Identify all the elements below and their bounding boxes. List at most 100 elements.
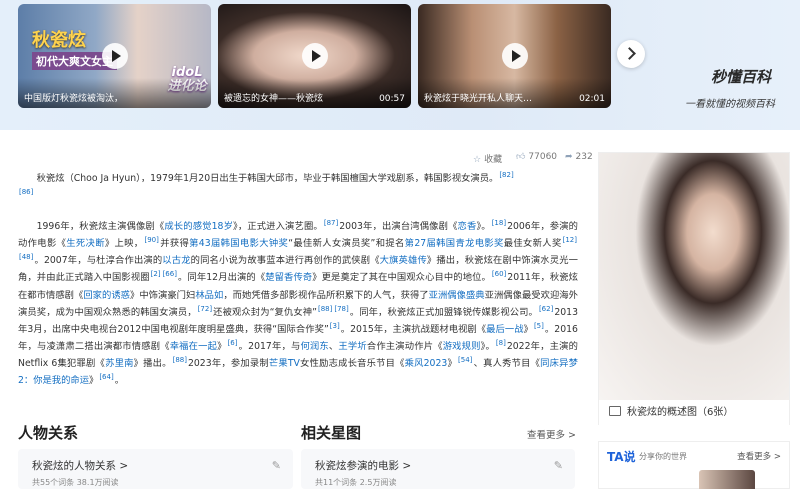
edit-icon[interactable]: ✎ bbox=[554, 459, 563, 472]
text: 。2015年，主演抗战题材电视剧《 bbox=[340, 323, 487, 335]
gallery-icon bbox=[609, 406, 621, 416]
reference[interactable]: [64] bbox=[99, 373, 113, 381]
text: 。同年，秋瓷炫正式加盟锋锐传媒影视公司。 bbox=[349, 306, 538, 318]
relations-card[interactable]: 秋瓷炫的人物关系 > 共55个词条 38.1万阅读 ✎ bbox=[18, 449, 293, 489]
album-caption[interactable]: 秋瓷炫的概述图（6张） bbox=[599, 400, 789, 425]
reference[interactable]: [86] bbox=[19, 188, 33, 196]
reference[interactable]: [82] bbox=[499, 171, 513, 179]
relations-section-title: 人物关系 bbox=[18, 424, 79, 442]
brand-logo[interactable]: 秒懂百科 bbox=[711, 66, 771, 87]
reference[interactable]: [72] bbox=[198, 305, 212, 313]
share-button[interactable]: ➦ 232 bbox=[565, 152, 593, 162]
entry-link[interactable]: 大旗英雄传 bbox=[380, 255, 427, 266]
text: 2023年，参加录制 bbox=[187, 357, 269, 369]
relations-card-title[interactable]: 秋瓷炫的人物关系 > bbox=[32, 458, 128, 473]
video-thumbnail[interactable]: 秋瓷炫 初代大爽文女主 idoL进化论 中国版灯秋瓷炫被淘汰， bbox=[18, 4, 211, 108]
entry-link[interactable]: 生死决断 bbox=[66, 238, 105, 249]
reference[interactable]: [78] bbox=[334, 305, 348, 313]
video-caption: 秋瓷炫于晓光开私人聊天… bbox=[424, 94, 533, 104]
video-thumbnail[interactable]: 秋瓷炫于晓光开私人聊天… 02:01 bbox=[418, 4, 611, 108]
text: 、 bbox=[328, 340, 339, 352]
text: 》 bbox=[447, 357, 458, 369]
reference[interactable]: [88] bbox=[173, 356, 187, 364]
text: 》上映， bbox=[104, 238, 144, 250]
star-icon: ☆ bbox=[473, 155, 482, 165]
reference[interactable]: [5] bbox=[534, 322, 544, 330]
entry-link[interactable]: 最后一战 bbox=[486, 324, 523, 335]
reference[interactable]: [87] bbox=[324, 219, 338, 227]
profile-album[interactable]: 秋瓷炫的概述图（6张） bbox=[598, 152, 790, 425]
play-icon[interactable] bbox=[501, 43, 528, 69]
entry-link[interactable]: 王学圻 bbox=[338, 341, 366, 352]
reference[interactable]: [12] bbox=[563, 236, 577, 244]
page: 秋瓷炫 初代大爽文女主 idoL进化论 中国版灯秋瓷炫被淘汰， 被遗忘的女神——… bbox=[0, 0, 800, 489]
carousel-next-button[interactable] bbox=[617, 40, 645, 68]
entry-link[interactable]: 何润东 bbox=[300, 341, 328, 352]
text: 》，正式进入演艺圈。 bbox=[233, 221, 323, 233]
thumbs-up-icon: 👍︎ bbox=[516, 152, 526, 162]
entry-link[interactable]: 苏里南 bbox=[105, 358, 134, 369]
reference[interactable]: [60] bbox=[492, 270, 506, 278]
entry-link[interactable]: 游戏规则 bbox=[443, 341, 481, 352]
entry-link[interactable]: 楚留香传奇 bbox=[265, 272, 312, 283]
profile-photo[interactable] bbox=[599, 153, 789, 400]
relations-card-meta: 共55个词条 38.1万阅读 bbox=[32, 478, 119, 487]
reference[interactable]: [88] bbox=[318, 305, 332, 313]
text: 》中饰演豪门妇 bbox=[130, 289, 196, 301]
text: ，而她凭借多部影视作品所积累下的人气，获得了 bbox=[223, 289, 429, 301]
like-button[interactable]: 👍︎ 77060 bbox=[516, 152, 557, 162]
video-duration: 00:57 bbox=[379, 94, 405, 104]
entry-link[interactable]: 回家的诱惑 bbox=[83, 290, 130, 301]
entry-link[interactable]: 以古龙 bbox=[162, 255, 190, 266]
entry-link[interactable]: 幸福在一起 bbox=[170, 341, 217, 352]
entry-link[interactable]: 第43届韩国电影大钟奖 bbox=[189, 238, 288, 249]
text: 。2007年，与杜淳合作出演的 bbox=[34, 255, 163, 267]
video-banner: 秋瓷炫 初代大爽文女主 idoL进化论 中国版灯秋瓷炫被淘汰， 被遗忘的女神——… bbox=[0, 0, 800, 130]
text: 、真人秀节目《 bbox=[473, 357, 541, 369]
favorite-button[interactable]: ☆ 收藏 bbox=[473, 152, 502, 165]
share-count: 232 bbox=[575, 152, 593, 162]
reference[interactable]: [66] bbox=[163, 270, 177, 278]
text: 》 bbox=[89, 375, 99, 387]
entry-link[interactable]: 恋香 bbox=[458, 221, 477, 232]
video-thumbnail[interactable]: 被遗忘的女神——秋瓷炫 00:57 bbox=[218, 4, 411, 108]
edit-icon[interactable]: ✎ bbox=[272, 459, 281, 472]
text: 。2017年，与 bbox=[238, 340, 301, 352]
entry-link[interactable]: 乘风2023 bbox=[405, 358, 448, 369]
stars-card-title[interactable]: 秋瓷炫参演的电影 > bbox=[315, 458, 411, 473]
ta-shuo-logo: TA说 bbox=[607, 450, 636, 464]
like-count: 77060 bbox=[528, 152, 558, 162]
stars-card[interactable]: 秋瓷炫参演的电影 > 共11个词条 2.5万阅读 ✎ bbox=[301, 449, 575, 489]
reference[interactable]: [54] bbox=[458, 356, 472, 364]
text: 最佳女新人奖 bbox=[503, 238, 562, 250]
reference[interactable]: [6] bbox=[228, 339, 238, 347]
ta-shuo-panel: TA说 分享你的世界 查看更多 > bbox=[598, 441, 790, 489]
reference[interactable]: [2] bbox=[151, 270, 161, 278]
ta-post-thumbnail[interactable] bbox=[699, 470, 755, 489]
entry-link[interactable]: 亚洲偶像盛典 bbox=[429, 290, 485, 301]
ta-view-more-link[interactable]: 查看更多 > bbox=[737, 450, 781, 462]
entry-link[interactable]: 林品如 bbox=[195, 290, 223, 301]
stars-card-meta: 共11个词条 2.5万阅读 bbox=[315, 478, 397, 487]
reference[interactable]: [48] bbox=[19, 253, 33, 261]
favorite-label: 收藏 bbox=[484, 155, 503, 165]
text: 合作主演动作片《 bbox=[366, 340, 443, 352]
reference[interactable]: [62] bbox=[539, 305, 553, 313]
text: 。同年12月出演的《 bbox=[177, 272, 266, 284]
entry-link[interactable]: 芒果TV bbox=[269, 358, 300, 369]
text: 》 bbox=[523, 323, 533, 335]
reference[interactable]: [8] bbox=[496, 339, 506, 347]
entry-link[interactable]: 成长的感觉18岁 bbox=[164, 221, 233, 232]
reference[interactable]: [3] bbox=[330, 322, 340, 330]
play-icon[interactable] bbox=[301, 43, 328, 69]
reference[interactable]: [90] bbox=[144, 236, 158, 244]
chevron-right-icon bbox=[623, 47, 636, 60]
view-more-link[interactable]: 查看更多 > bbox=[527, 427, 576, 441]
entry-link[interactable]: 第27届韩国青龙电影奖 bbox=[405, 238, 504, 249]
ta-shuo-slogan: 分享你的世界 bbox=[639, 452, 687, 461]
career-paragraph: 1996年，秋瓷炫主演偶像剧《成长的感觉18岁》，正式进入演艺圈。[87]200… bbox=[18, 218, 578, 389]
play-icon[interactable] bbox=[101, 43, 128, 69]
text: 。 bbox=[114, 375, 124, 387]
text: “最佳新人女演员奖”和提名 bbox=[288, 238, 405, 250]
reference[interactable]: [18] bbox=[492, 219, 506, 227]
